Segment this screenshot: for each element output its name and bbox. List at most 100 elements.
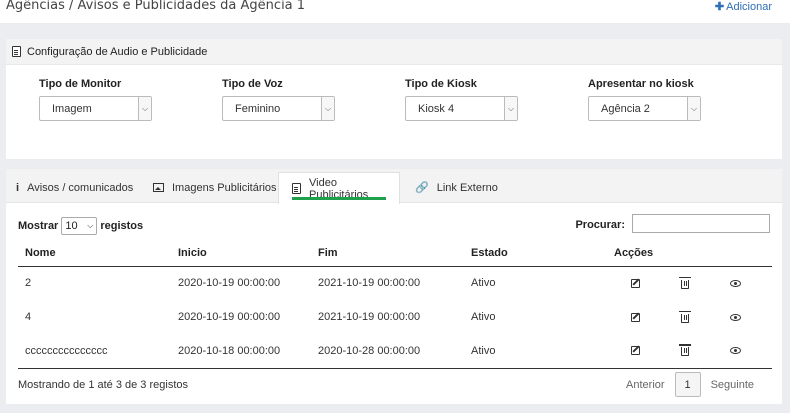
next-button[interactable]: Seguinte: [701, 379, 764, 391]
search-input[interactable]: [632, 214, 770, 233]
trash-icon: [679, 310, 691, 323]
pagination: Anterior 1 Seguinte: [616, 372, 764, 397]
col-nome[interactable]: Nome: [18, 241, 178, 267]
col-estado[interactable]: Estado: [471, 241, 614, 267]
cell-nome: 2: [25, 277, 32, 290]
cell-estado: Ativo: [471, 334, 614, 369]
tab-avisos-label: Avisos / comunicados: [27, 181, 134, 194]
col-fim[interactable]: Fim: [318, 241, 471, 267]
page-length-select[interactable]: 10 ⌵: [61, 217, 98, 235]
add-button[interactable]: ✚ Adicionar: [715, 0, 772, 13]
tab-strip: i Avisos / comunicados Imagens Publicitá…: [6, 169, 782, 204]
config-panel: Configuração de Audio e Publicidade Tipo…: [6, 39, 782, 159]
kiosk-agency-field: Apresentar no kiosk Agência 2 ⌵: [588, 78, 718, 121]
previous-button[interactable]: Anterior: [616, 379, 675, 391]
config-panel-header: Configuração de Audio e Publicidade: [6, 39, 782, 65]
info-icon: i: [16, 181, 20, 194]
tab-imagens-label: Imagens Publicitários: [172, 181, 277, 194]
cell-estado: Ativo: [471, 277, 496, 290]
edit-button[interactable]: [610, 346, 660, 356]
tab-link-externo[interactable]: 🔗 Link Externo: [415, 172, 498, 203]
kiosk-agency-value: Agência 2: [601, 102, 650, 115]
table-row: 4 2020-10-19 00:00:00 2021-10-19 00:00:0…: [18, 300, 772, 334]
cell-fim: 2020-10-28 00:00:00: [318, 334, 471, 369]
table-row: ccccccccccccccc 2020-10-18 00:00:00 2020…: [18, 334, 772, 369]
cell-actions: [614, 266, 772, 300]
trash-icon: [679, 344, 691, 357]
view-button[interactable]: [710, 347, 760, 355]
tab-avisos[interactable]: i Avisos / comunicados: [16, 172, 133, 203]
edit-icon: [630, 278, 640, 288]
cell-inicio: 2020-10-19 00:00:00: [178, 311, 281, 323]
chevron-down-icon: ⌵: [687, 97, 700, 120]
cell-nome: ccccccccccccccc: [18, 334, 178, 369]
cell-inicio: 2020-10-18 00:00:00: [178, 334, 318, 369]
table-header-row: Nome Inicio Fim Estado Acções: [18, 241, 772, 267]
chevron-down-icon: ⌵: [138, 97, 151, 120]
chevron-down-icon: ⌵: [87, 221, 94, 230]
kiosk-agency-select[interactable]: Agência 2 ⌵: [588, 96, 701, 121]
plus-icon: ✚: [714, 1, 725, 13]
eye-icon: [729, 313, 741, 321]
cell-actions: [614, 334, 772, 369]
add-button-label: Adicionar: [726, 1, 772, 13]
voice-type-label: Tipo de Voz: [222, 78, 283, 90]
cell-nome: 4: [25, 311, 32, 323]
cell-inicio: 2020-10-19 00:00:00: [178, 277, 281, 290]
edit-button[interactable]: [610, 312, 660, 322]
delete-button[interactable]: [660, 344, 710, 357]
col-inicio[interactable]: Inicio: [178, 241, 318, 267]
tab-video[interactable]: Video Publicitários: [278, 172, 400, 204]
show-label: Mostrar: [18, 220, 59, 232]
page-title: Agências / Avisos e Publicidades da Agên…: [6, 0, 306, 13]
view-button[interactable]: [710, 279, 760, 287]
edit-icon: [630, 312, 640, 322]
view-button[interactable]: [710, 313, 760, 321]
monitor-type-label: Tipo de Monitor: [39, 78, 122, 90]
document-icon: [12, 46, 21, 57]
chevron-down-icon: ⌵: [321, 97, 334, 120]
monitor-type-select[interactable]: Imagem ⌵: [39, 96, 152, 121]
top-bar: Agências / Avisos e Publicidades da Agên…: [0, 0, 790, 23]
content-panel: i Avisos / comunicados Imagens Publicitá…: [6, 169, 782, 404]
active-tab-indicator: [292, 197, 386, 200]
eye-icon: [729, 347, 741, 355]
cell-fim: 2021-10-19 00:00:00: [318, 311, 421, 323]
records-label: registos: [100, 220, 144, 232]
voice-type-field: Tipo de Voz Feminino ⌵: [222, 78, 352, 121]
link-icon: 🔗: [415, 182, 429, 194]
kiosk-type-label: Tipo de Kiosk: [405, 78, 477, 90]
trash-icon: [679, 276, 691, 289]
edit-button[interactable]: [610, 278, 660, 288]
delete-button[interactable]: [660, 276, 710, 289]
table-info: Mostrando de 1 até 3 de 3 registos: [18, 379, 188, 391]
cell-fim: 2021-10-19 00:00:00: [318, 277, 421, 290]
kiosk-type-value: Kiosk 4: [418, 102, 455, 115]
search-label: Procurar:: [575, 219, 625, 231]
voice-type-select[interactable]: Feminino ⌵: [222, 96, 335, 121]
tab-link-label: Link Externo: [436, 181, 498, 194]
col-accoes: Acções: [614, 241, 772, 267]
kiosk-agency-label: Apresentar no kiosk: [588, 78, 694, 90]
length-control: Mostrar 10 ⌵ registos: [18, 217, 143, 235]
page-length-value: 10: [65, 220, 78, 232]
video-file-icon: [292, 183, 301, 194]
data-table: Nome Inicio Fim Estado Acções 2 2020-10-…: [18, 241, 772, 369]
image-icon: [153, 183, 164, 192]
delete-button[interactable]: [660, 310, 710, 323]
page-1-button[interactable]: 1: [674, 372, 701, 397]
config-panel-title: Configuração de Audio e Publicidade: [27, 45, 208, 58]
cell-actions: [614, 300, 772, 334]
monitor-type-value: Imagem: [52, 102, 92, 115]
kiosk-type-field: Tipo de Kiosk Kiosk 4 ⌵: [405, 78, 535, 121]
chevron-down-icon: ⌵: [504, 97, 517, 120]
edit-icon: [630, 346, 640, 356]
cell-estado: Ativo: [471, 311, 496, 323]
monitor-type-field: Tipo de Monitor Imagem ⌵: [39, 78, 169, 121]
eye-icon: [729, 279, 741, 287]
table-row: 2 2020-10-19 00:00:00 2021-10-19 00:00:0…: [18, 266, 772, 300]
table-controls: Mostrar 10 ⌵ registos Procurar:: [18, 213, 770, 235]
voice-type-value: Feminino: [235, 102, 281, 115]
tab-imagens[interactable]: Imagens Publicitários: [153, 172, 277, 203]
kiosk-type-select[interactable]: Kiosk 4 ⌵: [405, 96, 518, 121]
